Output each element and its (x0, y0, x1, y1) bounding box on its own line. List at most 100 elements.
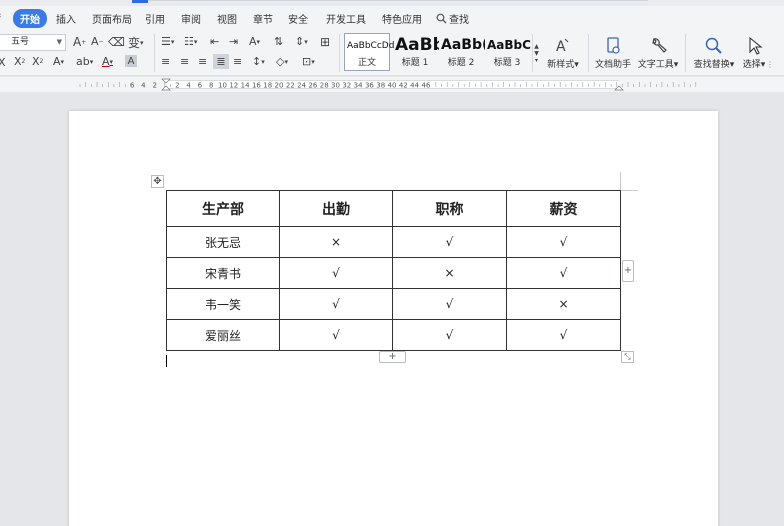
numbered-list-icon[interactable]: ☷ ▾ (184, 35, 197, 48)
ruler-label: 40 (388, 82, 397, 90)
ruler-label: 2 (152, 82, 156, 90)
chevron-up-icon: ▲ (534, 42, 539, 50)
phonetic-guide-icon[interactable]: 变 ▾ (128, 34, 144, 51)
text-effect-icon[interactable]: A ▾ (53, 55, 64, 68)
align-left-icon[interactable]: ≡ (161, 55, 170, 68)
sort-icon[interactable]: ⇅ (274, 35, 283, 48)
doc-helper-button[interactable]: 文档助手 (593, 34, 633, 72)
table-cell[interactable]: × (392, 257, 507, 289)
style-heading-2[interactable]: AaBb( 标题 2 (438, 33, 485, 71)
table-move-handle-icon[interactable]: ✥ (151, 175, 164, 188)
tab-page-layout[interactable]: 页面布局 (92, 11, 132, 26)
font-color-icon[interactable]: A ▾ (102, 55, 113, 68)
document-page[interactable]: ✥ 生产部 出勤 职称 薪资 张无忌 × √ √ 宋青书 √ × √ 韦一笑 √… (69, 111, 718, 526)
data-table[interactable]: 生产部 出勤 职称 薪资 张无忌 × √ √ 宋青书 √ × √ 韦一笑 √ √ (166, 190, 621, 351)
table-cell[interactable]: √ (392, 226, 507, 258)
table-cell[interactable]: √ (279, 257, 393, 289)
margin-corner-mark (620, 190, 638, 191)
ribbon-separator (154, 34, 155, 72)
table-cell[interactable]: √ (279, 319, 393, 351)
distribute-icon[interactable]: ≡ (233, 55, 242, 68)
table-cell[interactable]: √ (279, 288, 393, 320)
tab-developer[interactable]: 开发工具 (326, 11, 366, 26)
table-header-cell[interactable]: 出勤 (279, 190, 393, 227)
find-replace-button[interactable]: 查找替换▾ (694, 34, 734, 72)
tab-view[interactable]: 视图 (217, 11, 237, 26)
ribbon-toolbar: 五号 ▼ A + A − ⌫ 变 ▾ X X2 X2 A ▾ ab ▾ A ▾ A ☰ ▾ ☷… (0, 30, 784, 76)
tab-section[interactable]: 章节 (253, 11, 273, 26)
subscript-icon[interactable]: X2 (32, 55, 43, 68)
text-tools-button[interactable]: 文字工具▾ (638, 34, 678, 72)
increase-indent-icon[interactable]: ⇥ (229, 35, 238, 48)
ruler-ticks: 6 4 2 2 4 6 8 10 12 14 16 18 20 22 24 26 28 30 32 34 36 38 40 4… (79, 78, 697, 91)
indent-marker-icon[interactable] (161, 78, 171, 91)
table-cell[interactable]: √ (506, 319, 621, 351)
table-cell[interactable]: 张无忌 (166, 226, 280, 258)
table-resize-handle-icon[interactable]: ⤡ (621, 351, 634, 363)
bullet-list-icon[interactable]: ☰ ▾ (161, 35, 174, 48)
right-indent-marker-icon[interactable] (614, 85, 624, 91)
decrease-indent-icon[interactable]: ⇤ (210, 35, 219, 48)
align-center-icon[interactable]: ≡ (180, 55, 189, 68)
grow-font-icon[interactable]: A + (73, 35, 86, 49)
new-style-button[interactable]: A 新样式▾ (543, 34, 583, 72)
horizontal-ruler[interactable]: 6 4 2 2 4 6 8 10 12 14 16 18 20 22 24 26 28 30 32 34 36 38 40 4… (0, 77, 784, 92)
align-right-icon[interactable]: ≡ (198, 55, 207, 68)
shading-icon[interactable]: ◇ ▾ (276, 55, 288, 68)
style-normal[interactable]: AaBbCcDd 正文 (344, 33, 394, 71)
ruler-label: 2 (175, 82, 179, 90)
table-header-cell[interactable]: 薪资 (506, 190, 621, 227)
style-heading-1[interactable]: AaBb 标题 1 (392, 33, 439, 71)
tab-featured[interactable]: 特色应用 (382, 11, 422, 26)
add-row-button[interactable]: + (379, 351, 406, 363)
paragraph-spacing-icon[interactable]: ↕ ▾ (252, 55, 265, 68)
table-row: 宋青书 √ × √ (166, 257, 621, 289)
highlight-icon[interactable]: ab ▾ (76, 55, 93, 68)
ribbon-more-icon[interactable]: ⋮ (766, 60, 774, 69)
document-canvas[interactable]: ✥ 生产部 出勤 职称 薪资 张无忌 × √ √ 宋青书 √ × √ 韦一笑 √… (0, 92, 784, 526)
char-shading-icon[interactable]: A (125, 55, 137, 67)
table-cell[interactable]: √ (392, 288, 507, 320)
shrink-font-icon[interactable]: A − (91, 35, 104, 48)
strikethrough-icon[interactable]: X (0, 56, 6, 69)
table-cell[interactable]: √ (506, 257, 621, 289)
table-cell[interactable]: √ (392, 319, 507, 351)
tab-references[interactable]: 引用 (145, 11, 165, 26)
style-heading-3[interactable]: AaBbC( 标题 3 (484, 33, 531, 71)
justify-icon[interactable]: ≣ (213, 54, 229, 69)
style-label: 标题 2 (447, 58, 475, 68)
table-header-cell[interactable]: 职称 (392, 190, 507, 227)
ribbon-separator (339, 34, 340, 72)
borders-icon[interactable]: ⊡ ▾ (302, 55, 315, 68)
font-size-value: 五号 (11, 37, 30, 47)
table-cell[interactable]: × (279, 226, 393, 258)
style-sample: AaBb (395, 35, 439, 55)
ribbon-separator (685, 34, 686, 72)
menu-scroll-left-icon[interactable]: ‹ (0, 11, 2, 21)
ruler-label: 38 (376, 82, 385, 90)
table-cell[interactable]: 韦一笑 (166, 288, 280, 320)
tab-review[interactable]: 审阅 (181, 11, 201, 26)
tab-home[interactable]: 开始 (13, 9, 47, 28)
line-spacing-icon[interactable]: ⇕ ▾ (295, 35, 308, 48)
table-header-cell[interactable]: 生产部 (166, 190, 280, 227)
ruler-label: 14 (241, 82, 250, 90)
table-cell[interactable]: √ (506, 226, 621, 258)
table-row: 韦一笑 √ √ × (166, 288, 621, 320)
table-border-icon[interactable]: ⊞ (320, 35, 330, 49)
ruler-label: 36 (365, 82, 374, 90)
clear-format-icon[interactable]: ⌫ (108, 35, 125, 49)
ruler-label: 44 (410, 82, 419, 90)
table-cell[interactable]: 爱丽丝 (166, 319, 280, 351)
ruler-label: 4 (186, 82, 191, 90)
text-direction-icon[interactable]: A ▾ (249, 35, 260, 48)
table-cell[interactable]: × (506, 288, 621, 320)
style-sample: AaBbCcDd (347, 41, 395, 51)
font-size-select[interactable]: 五号 ▼ (0, 34, 66, 51)
menu-search[interactable]: 查找 (436, 11, 469, 26)
add-column-button[interactable]: + (622, 260, 634, 282)
tab-insert[interactable]: 插入 (56, 11, 76, 26)
superscript-icon[interactable]: X2 (14, 55, 25, 68)
table-cell[interactable]: 宋青书 (166, 257, 280, 289)
tab-security[interactable]: 安全 (288, 11, 308, 26)
